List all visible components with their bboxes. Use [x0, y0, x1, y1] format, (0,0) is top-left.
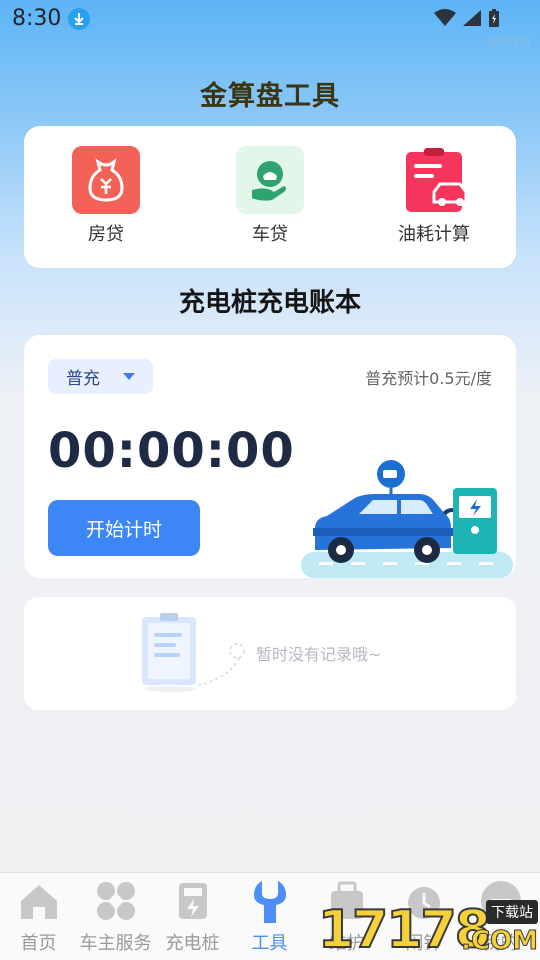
records-card: 暂时没有记录哦~: [24, 597, 516, 710]
charge-mode-value: 普充: [66, 369, 100, 389]
tab-tools[interactable]: 工具: [231, 879, 308, 955]
status-bar: 8:30 2537f523: [0, 0, 540, 48]
tab-charger[interactable]: 充电桩: [154, 879, 231, 955]
tools-card: 房贷 车贷 油耗计算: [24, 126, 516, 268]
tab-label: 车主服务: [79, 933, 152, 954]
car-charging-illustration: [301, 460, 513, 578]
tab-owner-service[interactable]: 车主服务: [77, 879, 154, 955]
hand-car-icon: [236, 146, 304, 214]
tab-label: 首页: [20, 933, 57, 954]
timer-display: 00:00:00: [48, 423, 295, 479]
tab-label: 工具: [251, 933, 288, 954]
empty-records-text: 暂时没有记录哦~: [256, 645, 382, 664]
tool-label: 车贷: [252, 224, 288, 245]
clipboard-icon: [142, 613, 245, 692]
charger-icon: [178, 883, 207, 919]
build-code: 2537f523: [486, 38, 530, 48]
home-icon: [20, 885, 57, 919]
charging-timer-card: 普充 普充预计0.5元/度 00:00:00 开始计时: [24, 335, 516, 578]
tool-fuel-calc[interactable]: 油耗计算: [374, 146, 494, 246]
watermark-badge: 下载站: [486, 900, 538, 924]
tab-home[interactable]: 首页: [0, 879, 77, 955]
clipboard-car-icon: [400, 146, 468, 214]
wifi-icon: [434, 9, 456, 26]
flower-icon: [96, 882, 135, 920]
start-timer-button[interactable]: 开始计时: [48, 500, 200, 556]
battery-icon: [489, 9, 499, 27]
watermark-suffix: .COM: [461, 926, 539, 957]
charge-mode-dropdown[interactable]: 普充: [48, 359, 153, 394]
wrench-icon: [253, 881, 286, 923]
download-icon: [68, 8, 90, 30]
price-estimate: 普充预计0.5元/度: [365, 369, 492, 388]
watermark-logo: 17178 下载站 .COM: [317, 900, 540, 960]
tool-label: 油耗计算: [398, 224, 470, 245]
status-time: 8:30: [12, 6, 62, 31]
tool-label: 房贷: [88, 224, 124, 245]
page-title: 金算盘工具: [200, 81, 340, 112]
tool-mortgage[interactable]: 房贷: [46, 146, 166, 246]
tab-label: 充电桩: [165, 933, 220, 954]
section-title: 充电桩充电账本: [178, 288, 361, 318]
money-bag-yuan-icon: [72, 146, 140, 214]
caret-down-icon: [123, 373, 135, 380]
signal-icon: [463, 10, 481, 26]
tool-car-loan[interactable]: 车贷: [210, 146, 330, 246]
